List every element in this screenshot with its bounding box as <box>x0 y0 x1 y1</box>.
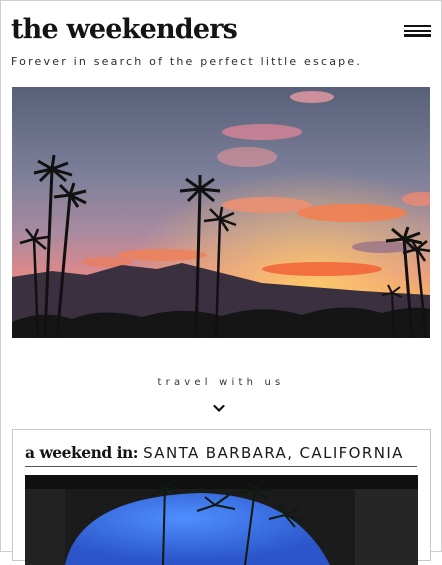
site-title[interactable]: the weekenders <box>11 14 238 45</box>
site-tagline: Forever in search of the perfect little … <box>11 55 362 68</box>
hamburger-menu-icon[interactable] <box>404 25 431 37</box>
travel-with-us-link[interactable]: travel with us <box>0 377 442 388</box>
card-prefix-label: a weekend in: <box>25 443 139 462</box>
chevron-down-icon[interactable] <box>213 398 225 413</box>
card-heading[interactable]: a weekend in: SANTA BARBARA, CALIFORNIA <box>25 443 404 462</box>
hero-image <box>12 87 430 338</box>
weekend-feature-card[interactable]: a weekend in: SANTA BARBARA, CALIFORNIA <box>12 429 431 565</box>
card-destination-label: SANTA BARBARA, CALIFORNIA <box>143 444 404 462</box>
card-divider <box>25 466 417 467</box>
